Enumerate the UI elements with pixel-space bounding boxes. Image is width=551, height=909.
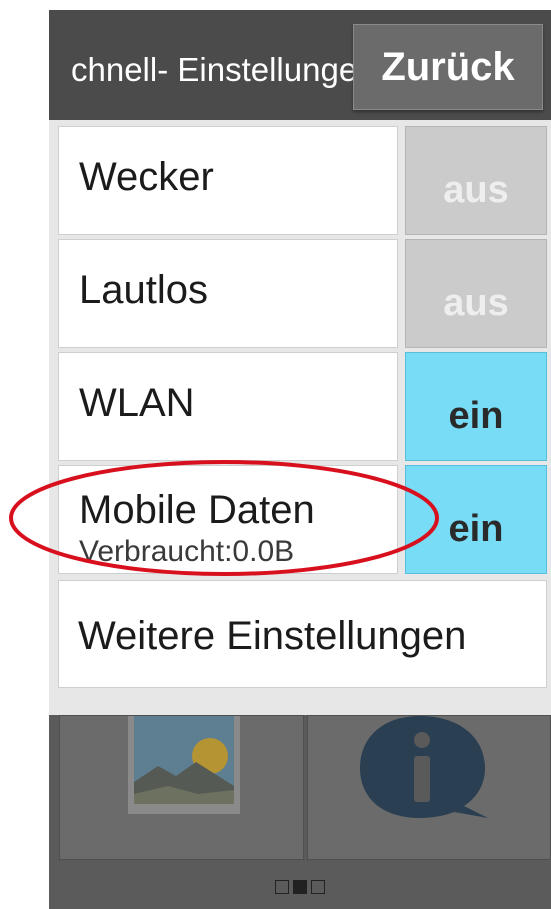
more-settings-label: Weitere Einstellungen [78,614,467,658]
wlan-toggle[interactable]: ein [405,352,547,461]
setting-label: Wecker [79,155,214,199]
data-usage-text: Verbraucht:0.0B [79,535,295,568]
app-tile-info[interactable] [307,715,551,860]
setting-label: Mobile Daten [79,488,315,532]
page-dot[interactable] [311,879,325,894]
alarm-toggle[interactable]: aus [405,126,547,235]
dialog-title-bar: chnell- Einstellungen Zurück [49,10,551,120]
page-indicator [49,878,551,894]
setting-row-alarm[interactable]: Wecker [58,126,398,235]
setting-label: WLAN [79,381,195,425]
gallery-icon [128,716,240,814]
setting-row-wlan[interactable]: WLAN [58,352,398,461]
silent-toggle[interactable]: aus [405,239,547,348]
info-icon [360,716,488,818]
page-dot-current[interactable] [293,879,307,894]
setting-label: Lautlos [79,268,208,312]
phone-screen: chnell- Einstellungen Zurück Wecker aus … [49,10,551,909]
more-settings-button[interactable]: Weitere Einstellungen [58,580,547,688]
dialog-title: chnell- Einstellungen [71,51,376,88]
app-tile-gallery[interactable] [59,715,304,860]
setting-row-silent[interactable]: Lautlos [58,239,398,348]
mobile-data-toggle[interactable]: ein [405,465,547,574]
back-button[interactable]: Zurück [353,24,543,110]
setting-row-mobile-data[interactable]: Mobile Daten Verbraucht:0.0B [58,465,398,574]
page-dot[interactable] [275,879,289,894]
quick-settings-panel: Wecker aus Lautlos aus WLAN ein Mobile D… [49,120,551,715]
